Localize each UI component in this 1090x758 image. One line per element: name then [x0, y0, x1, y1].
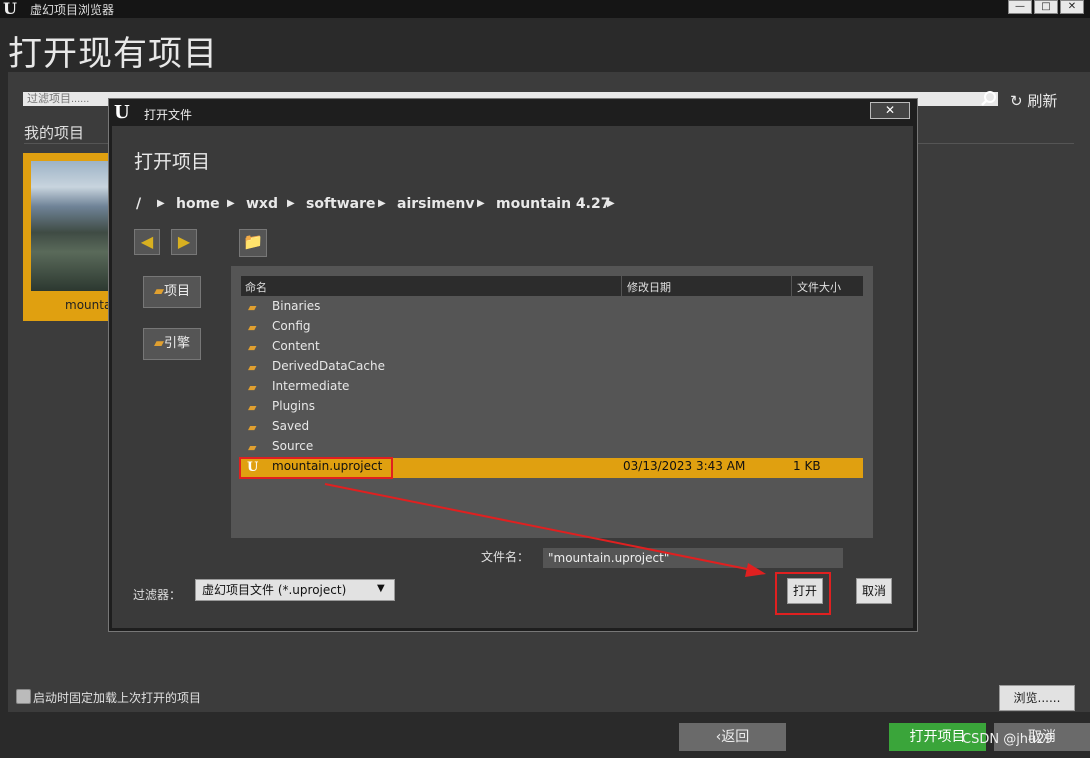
annotation-arrow	[324, 483, 766, 577]
watermark: CSDN @jhu​​​29	[962, 732, 1053, 747]
